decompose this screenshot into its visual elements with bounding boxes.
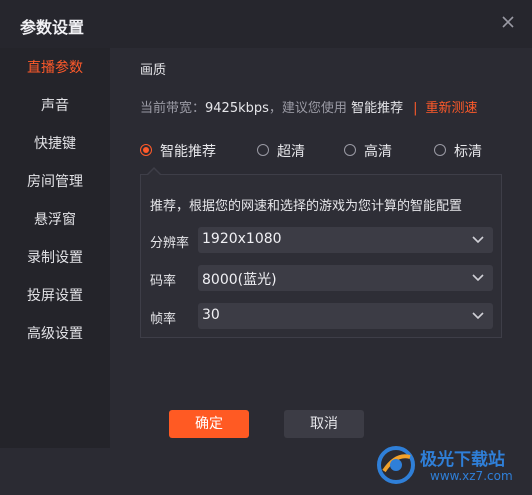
confirm-button[interactable]: 确定 [169,410,249,438]
radio-unchecked-icon [344,144,356,156]
watermark-name: 极光下载站 [420,450,505,470]
sidebar-item-screen-cast[interactable]: 投屏设置 [0,280,110,312]
radio-unchecked-icon [257,144,269,156]
radio-label: 智能推荐 [160,144,216,160]
smart-config-panel: 推荐，根据您的网速和选择的游戏为您计算的智能配置 分辨率 1920x1080 码… [140,174,502,338]
framerate-label: 帧率 [150,312,177,327]
settings-sidebar: 直播参数 声音 快捷键 房间管理 悬浮窗 录制设置 投屏设置 高级设置 [0,48,110,448]
sidebar-item-advanced[interactable]: 高级设置 [0,318,110,350]
resolution-select[interactable]: 1920x1080 [198,227,493,253]
radio-unchecked-icon [434,144,446,156]
bitrate-select[interactable]: 8000(蓝光) [198,265,493,291]
section-title-quality: 画质 [140,63,167,78]
resolution-value: 1920x1080 [202,231,282,247]
bandwidth-suggest: ，建议您使用 [268,101,347,116]
watermark-logo-icon [377,446,415,484]
sidebar-item-shortcuts[interactable]: 快捷键 [0,128,110,160]
resolution-label: 分辨率 [150,236,190,251]
panel-description: 推荐，根据您的网速和选择的游戏为您计算的智能配置 [150,199,463,214]
retest-speed-link[interactable]: 重新测速 [425,101,477,116]
radio-hd[interactable]: 高清 [344,142,392,162]
panel-pointer-inner [148,169,160,175]
sidebar-item-recording[interactable]: 录制设置 [0,242,110,274]
framerate-select[interactable]: 30 [198,303,493,329]
bandwidth-recommended: 智能推荐 [351,101,404,116]
radio-ultra-hd[interactable]: 超清 [257,142,305,162]
bitrate-value: 8000(蓝光) [202,272,277,288]
radio-checked-icon [140,144,152,156]
chevron-down-icon [472,312,484,320]
close-icon[interactable] [498,12,518,32]
cancel-button[interactable]: 取消 [284,410,364,438]
radio-label: 高清 [364,144,392,160]
watermark: 极光下载站 www.xz7.com [374,441,530,493]
sidebar-item-sound[interactable]: 声音 [0,90,110,122]
settings-content: 画质 当前带宽：9425kbps，建议您使用 智能推荐 | 重新测速 智能推荐 超清… [110,48,532,448]
watermark-url: www.xz7.com [430,469,513,483]
bitrate-label: 码率 [150,274,177,289]
framerate-value: 30 [202,307,220,323]
bandwidth-info: 当前带宽：9425kbps，建议您使用 智能推荐 | 重新测速 [140,97,477,116]
radio-label: 标清 [454,144,482,160]
sidebar-item-live-params[interactable]: 直播参数 [0,52,110,84]
bandwidth-separator: | [413,101,418,116]
chevron-down-icon [472,274,484,282]
chevron-down-icon [472,236,484,244]
bandwidth-prefix: 当前带宽： [140,101,206,116]
radio-sd[interactable]: 标清 [434,142,482,162]
radio-label: 超清 [277,144,305,160]
radio-smart-recommend[interactable]: 智能推荐 [140,142,216,162]
window-title: 参数设置 [20,18,85,37]
title-bar: 参数设置 [0,0,532,48]
bandwidth-value: 9425kbps [205,101,269,116]
sidebar-item-floating-window[interactable]: 悬浮窗 [0,204,110,236]
sidebar-item-room-management[interactable]: 房间管理 [0,166,110,198]
